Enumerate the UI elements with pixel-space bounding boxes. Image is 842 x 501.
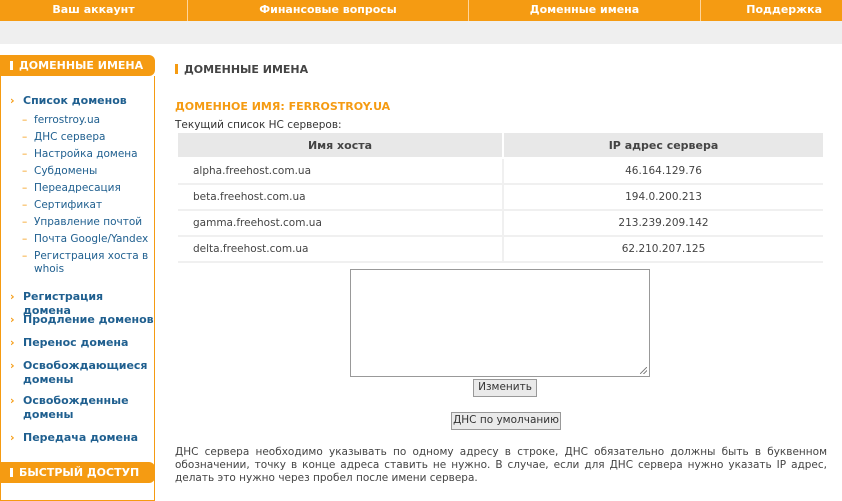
- sidebar-item-label: Продление доменов: [23, 313, 154, 326]
- default-dns-button[interactable]: ДНС по умолчанию: [451, 412, 561, 430]
- dash-icon: –: [22, 199, 28, 211]
- sidebar-item-expiring[interactable]: › Освобождающиеся домены: [10, 359, 148, 387]
- ip-cell: 62.210.207.125: [504, 237, 823, 263]
- table-row: delta.freehost.com.ua 62.210.207.125: [178, 237, 823, 263]
- sidebar-item-released[interactable]: › Освобожденные домены: [10, 394, 133, 422]
- quick-access-header[interactable]: БЫСТРЫЙ ДОСТУП: [0, 462, 155, 483]
- sidebar-item-renew[interactable]: › Продление доменов: [10, 313, 154, 327]
- sidebar-subitem-label: Настройка домена: [34, 148, 138, 160]
- host-cell: gamma.freehost.com.ua: [178, 211, 504, 237]
- table-row: gamma.freehost.com.ua 213.239.209.142: [178, 211, 823, 237]
- ns-table: Имя хоста IP адрес сервера alpha.freehos…: [178, 133, 823, 263]
- host-cell: beta.freehost.com.ua: [178, 185, 504, 211]
- dash-icon: –: [22, 182, 28, 194]
- header-bar-icon: [10, 468, 13, 477]
- dash-icon: –: [22, 233, 28, 245]
- top-navigation: Ваш аккаунт Финансовые вопросы Доменные …: [0, 0, 842, 21]
- dash-icon: –: [22, 148, 28, 160]
- dns-servers-textarea[interactable]: [350, 269, 650, 377]
- sidebar-item-label: Передача домена: [23, 431, 139, 444]
- sidebar-item-label: Освобождающиеся домены: [23, 359, 148, 386]
- sidebar-subitem-google-yandex[interactable]: – Почта Google/Yandex: [22, 233, 149, 246]
- dash-icon: –: [22, 250, 28, 262]
- page-title-text: ДОМЕННЫЕ ИМЕНА: [184, 63, 309, 76]
- chevron-right-icon: ›: [10, 394, 15, 407]
- sidebar-item-label: Список доменов: [23, 94, 127, 107]
- sidebar-item-label: Перенос домена: [23, 336, 129, 349]
- chevron-right-icon: ›: [10, 290, 15, 303]
- page-title: ДОМЕННЫЕ ИМЕНА: [175, 63, 308, 76]
- nav-domains[interactable]: Доменные имена: [469, 0, 700, 21]
- sidebar-item-transfer[interactable]: › Перенос домена: [10, 336, 129, 350]
- change-button[interactable]: Изменить: [473, 379, 537, 397]
- ns-list-label: Текущий список НС серверов:: [175, 119, 342, 131]
- sidebar: ДОМЕННЫЕ ИМЕНА › Список доменов – ferrost…: [0, 55, 155, 501]
- domain-title: ДОМЕННОЕ ИМЯ: FERROSTROY.UA: [175, 100, 391, 113]
- column-header-ip: IP адрес сервера: [504, 133, 823, 159]
- title-bar-icon: [175, 64, 178, 74]
- sidebar-subitem-label: Управление почтой: [34, 216, 143, 228]
- sidebar-subitem-mail[interactable]: – Управление почтой: [22, 216, 149, 229]
- ip-cell: 213.239.209.142: [504, 211, 823, 237]
- sidebar-subitem-host-whois[interactable]: – Регистрация хоста в whois: [22, 250, 149, 276]
- subheader-band: [0, 21, 842, 44]
- ip-cell: 46.164.129.76: [504, 159, 823, 185]
- sidebar-item-domain-list[interactable]: › Список доменов: [10, 94, 127, 108]
- table-header-row: Имя хоста IP адрес сервера: [178, 133, 823, 159]
- sidebar-subitem-certificate[interactable]: – Сертификат: [22, 199, 149, 212]
- dash-icon: –: [22, 131, 28, 143]
- header-bar-icon: [10, 61, 13, 70]
- sidebar-menu: › Список доменов – ferrostroy.ua – ДНС сер…: [0, 76, 155, 501]
- sidebar-subitem-label: Сертификат: [34, 199, 103, 211]
- nav-support[interactable]: Поддержка: [701, 0, 842, 21]
- sidebar-item-handover[interactable]: › Передача домена: [10, 431, 139, 445]
- nav-account[interactable]: Ваш аккаунт: [0, 0, 187, 21]
- sidebar-subitem-subdomains[interactable]: – Субдомены: [22, 165, 149, 178]
- chevron-right-icon: ›: [10, 431, 15, 444]
- host-cell: alpha.freehost.com.ua: [178, 159, 504, 185]
- table-row: alpha.freehost.com.ua 46.164.129.76: [178, 159, 823, 185]
- sidebar-subitem-dns[interactable]: – ДНС сервера: [22, 131, 149, 144]
- host-cell: delta.freehost.com.ua: [178, 237, 504, 263]
- dash-icon: –: [22, 165, 28, 177]
- chevron-right-icon: ›: [10, 359, 15, 372]
- sidebar-subitem-label: Почта Google/Yandex: [34, 233, 149, 245]
- sidebar-header-title: ДОМЕННЫЕ ИМЕНА: [19, 59, 144, 72]
- sidebar-subitem-label: ДНС сервера: [34, 131, 106, 143]
- column-header-host: Имя хоста: [178, 133, 504, 159]
- sidebar-subitem-label: ferrostroy.ua: [34, 114, 101, 126]
- dash-icon: –: [22, 216, 28, 228]
- table-row: beta.freehost.com.ua 194.0.200.213: [178, 185, 823, 211]
- sidebar-header: ДОМЕННЫЕ ИМЕНА: [0, 55, 155, 76]
- sidebar-subitem-redirect[interactable]: – Переадресация: [22, 182, 149, 195]
- sidebar-subitem-domain-settings[interactable]: – Настройка домена: [22, 148, 149, 161]
- sidebar-subitem-label: Субдомены: [34, 165, 98, 177]
- chevron-right-icon: ›: [10, 313, 15, 326]
- resize-handle-icon[interactable]: [640, 367, 647, 374]
- sidebar-subitem-label: Регистрация хоста в whois: [34, 250, 149, 275]
- nav-finance[interactable]: Финансовые вопросы: [188, 0, 468, 21]
- chevron-right-icon: ›: [10, 94, 15, 107]
- dns-note: ДНС сервера необходимо указывать по одно…: [175, 446, 827, 484]
- sidebar-item-label: Освобожденные домены: [23, 394, 129, 421]
- chevron-right-icon: ›: [10, 336, 15, 349]
- sidebar-subitem-domain[interactable]: – ferrostroy.ua: [22, 114, 149, 127]
- quick-access-title: БЫСТРЫЙ ДОСТУП: [19, 466, 140, 479]
- ip-cell: 194.0.200.213: [504, 185, 823, 211]
- dash-icon: –: [22, 114, 28, 126]
- sidebar-subitem-label: Переадресация: [34, 182, 121, 194]
